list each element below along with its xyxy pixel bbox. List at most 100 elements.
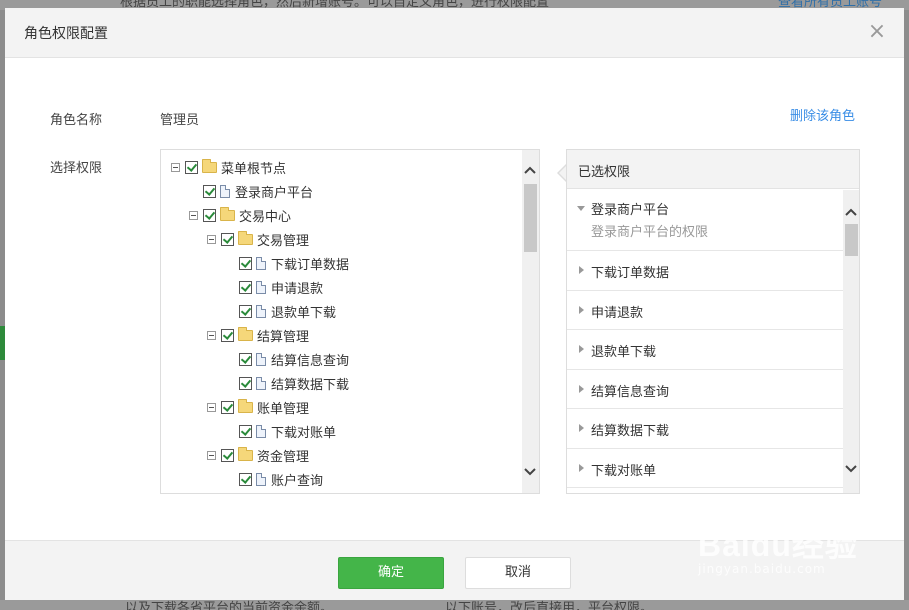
collapse-icon[interactable] — [171, 162, 180, 172]
role-name-label: 角色名称 — [50, 113, 103, 128]
caret-right-icon[interactable] — [579, 463, 584, 472]
file-icon — [256, 352, 266, 366]
selected-scroll-thumb[interactable] — [845, 224, 858, 256]
cancel-button[interactable]: 取消 — [465, 557, 571, 589]
file-icon — [220, 184, 230, 198]
close-icon[interactable]: × — [865, 20, 889, 44]
caret-right-icon[interactable] — [579, 345, 584, 353]
folder-icon — [238, 326, 253, 341]
tree-node[interactable]: 申请退款 — [225, 276, 323, 298]
tree-node[interactable]: 账户查询 — [225, 468, 323, 490]
tree-node[interactable]: 账单管理 — [207, 396, 309, 418]
tree-node-label: 申请退款 — [271, 281, 324, 297]
tree-node[interactable]: 下载对账单 — [225, 420, 336, 442]
folder-icon — [238, 398, 253, 413]
tree-node[interactable]: 结算数据下载 — [225, 372, 349, 394]
checkbox-icon[interactable] — [239, 352, 252, 366]
background-text-left: 以及下载各省平台的当前资金余额。 — [125, 601, 334, 610]
tree-node[interactable]: 资金管理 — [207, 444, 309, 466]
tree-node-label: 结算数据下载 — [271, 377, 350, 393]
tree-node-label: 结算管理 — [257, 329, 310, 345]
selected-permission-item[interactable]: 退款单下载 — [567, 330, 843, 370]
collapse-icon[interactable] — [207, 234, 216, 244]
checkbox-icon[interactable] — [239, 424, 252, 438]
file-icon — [256, 304, 266, 318]
collapse-icon[interactable] — [189, 210, 198, 220]
tree-node[interactable]: 下载订单数据 — [225, 252, 349, 274]
tree-node[interactable]: 结算管理 — [207, 324, 309, 346]
chevron-up-icon[interactable] — [522, 162, 538, 178]
selected-permission-item[interactable]: 申请退款 — [567, 291, 843, 330]
collapse-icon[interactable] — [207, 450, 216, 460]
selected-permission-label: 结算数据下载 — [591, 424, 670, 439]
tree-node-label: 下载订单数据 — [271, 257, 350, 273]
collapse-icon[interactable] — [207, 330, 216, 340]
checkbox-icon[interactable] — [239, 280, 252, 294]
checkbox-icon[interactable] — [221, 232, 234, 246]
selected-permission-item[interactable]: 登录商户平台 登录商户平台的权限 — [567, 190, 843, 251]
background-footer: 以及下载各省平台的当前资金余额。 以下账号，改后直接用，平台权限。 — [0, 600, 909, 610]
selected-permissions-panel: 已选权限 登录商户平台 登录商户平台的权限 下载订单数据申请退款退款单下载结算信息查… — [566, 149, 860, 494]
caret-down-icon[interactable] — [577, 206, 585, 211]
folder-icon — [202, 158, 217, 173]
file-icon — [256, 472, 266, 486]
tree-node-label: 交易中心 — [239, 209, 292, 225]
selected-permission-item[interactable]: 下载对账单 — [567, 449, 843, 488]
caret-right-icon[interactable] — [579, 266, 584, 274]
tree-node[interactable]: 结算信息查询 — [225, 348, 349, 370]
selected-permission-label: 申请退款 — [591, 305, 644, 321]
file-icon — [256, 280, 266, 294]
selected-panel-title: 已选权限 — [578, 165, 631, 180]
tree-node-label: 下载对账单 — [271, 425, 337, 441]
background-text-right: 以下账号，改后直接用，平台权限。 — [445, 601, 654, 610]
selected-permission-label: 退款单下载 — [591, 345, 657, 360]
tree-node[interactable]: 交易中心 — [189, 204, 291, 226]
tree-node-label: 菜单根节点 — [221, 161, 287, 177]
tree-node-label: 交易管理 — [257, 233, 310, 249]
file-icon — [256, 424, 266, 438]
tree-node[interactable]: 登录商户平台 — [189, 180, 313, 202]
selected-permission-desc: 登录商户平台的权限 — [591, 225, 709, 240]
file-icon — [256, 376, 266, 390]
selected-permission-item[interactable]: 结算数据下载 — [567, 409, 843, 449]
chevron-up-icon[interactable] — [843, 204, 859, 220]
role-permission-dialog: 角色权限配置 × 角色名称 管理员 删除该角色 选择权限 菜单根节点 登录商户平台… — [5, 8, 904, 600]
selected-permission-item[interactable]: 结算信息查询 — [567, 370, 843, 409]
checkbox-icon[interactable] — [221, 328, 234, 342]
folder-icon — [220, 206, 235, 221]
checkbox-icon[interactable] — [185, 160, 198, 174]
checkbox-icon[interactable] — [203, 208, 216, 222]
tree-node[interactable]: 菜单根节点 — [171, 156, 286, 178]
caret-right-icon[interactable] — [579, 424, 584, 432]
checkbox-icon[interactable] — [239, 376, 252, 390]
tree-node-label: 结算信息查询 — [271, 353, 350, 369]
confirm-button[interactable]: 确定 — [338, 557, 444, 589]
checkbox-icon[interactable] — [221, 400, 234, 414]
checkbox-icon[interactable] — [221, 448, 234, 462]
chevron-down-icon[interactable] — [843, 461, 859, 477]
dialog-footer: 确定 取消 — [5, 540, 904, 600]
chevron-down-icon[interactable] — [522, 464, 538, 480]
tree-node-label: 账户查询 — [271, 473, 324, 489]
folder-icon — [238, 446, 253, 461]
tree-node-label: 资金管理 — [257, 449, 310, 465]
checkbox-icon[interactable] — [239, 256, 252, 270]
caret-right-icon[interactable] — [579, 384, 584, 393]
tree-node[interactable]: 退款单下载 — [225, 300, 336, 322]
checkbox-icon[interactable] — [203, 184, 216, 198]
selected-scrollbar[interactable] — [843, 190, 859, 493]
collapse-icon[interactable] — [207, 402, 216, 412]
dialog-title: 角色权限配置 — [24, 26, 108, 42]
selected-panel-header: 已选权限 — [567, 150, 859, 189]
checkbox-icon[interactable] — [239, 472, 252, 486]
selected-permission-item[interactable]: 下载订单数据 — [567, 251, 843, 291]
tree-scroll-thumb[interactable] — [524, 184, 537, 252]
folder-icon — [238, 230, 253, 245]
checkbox-icon[interactable] — [239, 304, 252, 318]
caret-right-icon[interactable] — [579, 305, 584, 314]
file-icon — [256, 256, 266, 270]
dialog-header: 角色权限配置 × — [5, 8, 904, 58]
delete-role-link[interactable]: 删除该角色 — [790, 105, 855, 124]
tree-node[interactable]: 交易管理 — [207, 228, 309, 250]
tree-scrollbar[interactable] — [522, 150, 539, 493]
